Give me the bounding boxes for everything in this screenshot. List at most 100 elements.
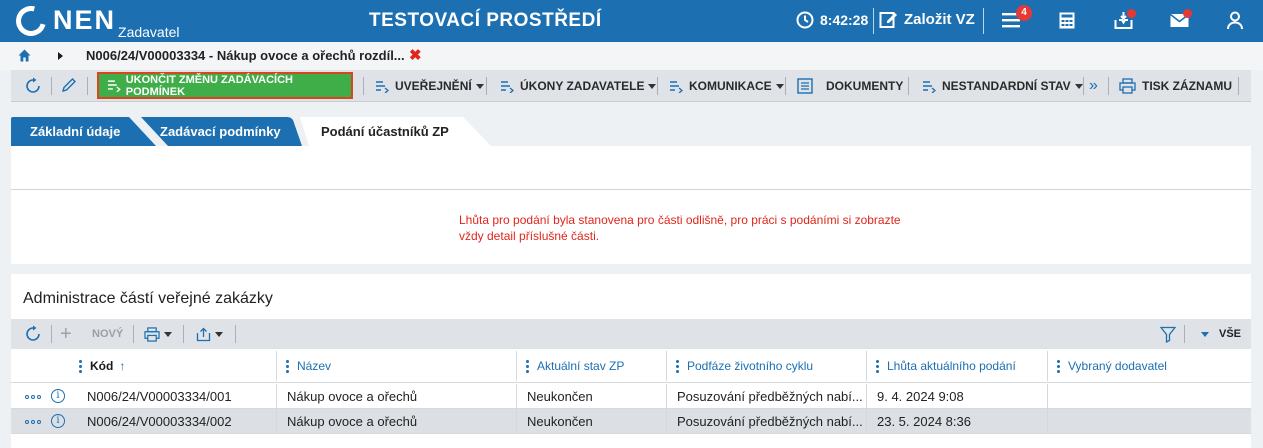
- cell-divider: [866, 409, 867, 434]
- actions-menu[interactable]: ÚKONY ZADAVATELE: [500, 70, 657, 102]
- column-divider: [1047, 351, 1048, 381]
- caret-down-icon: [775, 83, 784, 89]
- toolbar-divider: [657, 77, 658, 95]
- parts-section: Administrace částí veřejné zakázky + NOV…: [11, 274, 1251, 448]
- toolbar-divider: [785, 77, 786, 95]
- column-name[interactable]: Název: [286, 349, 331, 383]
- action-list-icon: [923, 80, 936, 93]
- view-all-label: VŠE: [1219, 328, 1242, 340]
- action-list-icon: [670, 80, 683, 93]
- mail-unread-dot: [1183, 9, 1192, 18]
- edit-icon: [879, 12, 897, 28]
- tab-bar: Základní údaje Zadávací podmínky Podání …: [11, 114, 1251, 146]
- column-deadline[interactable]: Lhůta aktuálního podání: [876, 349, 1016, 383]
- chevron-right-icon: [58, 52, 63, 60]
- table-row[interactable]: i N006/24/V00003334/001 Nákup ovoce a oř…: [11, 384, 1251, 409]
- home-icon[interactable]: [18, 49, 31, 62]
- user-icon[interactable]: [1227, 11, 1243, 30]
- top-header: NEN Zadavatel TESTOVACÍ PROSTŘEDÍ 8:42:2…: [0, 0, 1263, 42]
- table-row[interactable]: i N006/24/V00003334/002 Nákup ovoce a oř…: [11, 409, 1251, 434]
- logo-subtitle: Zadavatel: [118, 24, 180, 40]
- end-changes-button[interactable]: UKONČIT ZMĚNU ZADÁVACÍCH PODMÍNEK: [97, 72, 353, 99]
- notification-badge: 4: [1016, 5, 1032, 21]
- clock-time: 8:42:28: [820, 12, 869, 28]
- column-phase-label: Podfáze životního cyklu: [687, 359, 814, 373]
- action-list-icon: [501, 80, 514, 93]
- info-icon[interactable]: i: [51, 414, 65, 428]
- cell-divider: [516, 384, 517, 409]
- cell-state: Neukončen: [527, 414, 593, 429]
- toolbar-divider: [1083, 77, 1084, 95]
- column-divider: [276, 351, 277, 381]
- tab-basic-info[interactable]: Základní údaje: [30, 117, 120, 146]
- cell-state: Neukončen: [527, 389, 593, 404]
- column-menu-icon: [526, 358, 529, 375]
- info-icon[interactable]: i: [51, 389, 65, 403]
- tab-tender-conditions[interactable]: Zadávací podmínky: [160, 117, 281, 146]
- cell-divider: [276, 409, 277, 434]
- toolbar-divider: [908, 77, 909, 95]
- view-all-menu[interactable]: VŠE: [1201, 319, 1241, 349]
- cell-divider: [866, 384, 867, 409]
- calculator-icon[interactable]: [1059, 12, 1075, 29]
- caret-down-icon: [1201, 331, 1209, 337]
- caret-down-icon: [648, 83, 657, 89]
- environment-title: TESTOVACÍ PROSTŘEDÍ: [369, 10, 602, 31]
- export-menu[interactable]: [196, 319, 223, 349]
- grid-toolbar: + NOVÝ VŠE: [11, 319, 1251, 349]
- plus-icon[interactable]: +: [60, 319, 72, 349]
- cell-divider: [1047, 384, 1048, 409]
- row-actions-icon[interactable]: [25, 395, 43, 399]
- pencil-icon[interactable]: [62, 78, 76, 94]
- column-code-label: Kód: [90, 359, 114, 373]
- cell-phase: Posuzování předběžných nabí...: [677, 389, 862, 404]
- column-phase[interactable]: Podfáze životního cyklu: [676, 349, 813, 383]
- column-supplier[interactable]: Vybraný dodavatel: [1057, 349, 1167, 383]
- actions-label: ÚKONY ZADAVATELE: [520, 79, 645, 93]
- print-record-button[interactable]: TISK ZÁZNAMU: [1119, 70, 1232, 102]
- column-divider: [666, 351, 667, 381]
- publish-menu[interactable]: UVEŘEJNĚNÍ: [375, 70, 484, 102]
- toolbar-divider: [1184, 325, 1185, 343]
- column-menu-icon: [79, 358, 82, 375]
- nonstandard-state-menu[interactable]: NESTANDARDNÍ STAV: [922, 70, 1083, 102]
- row-actions-icon[interactable]: [25, 420, 43, 424]
- cell-phase: Posuzování předběžných nabí...: [677, 414, 862, 429]
- refresh-icon[interactable]: [24, 325, 42, 343]
- documents-button[interactable]: DOKUMENTY: [797, 70, 903, 102]
- tab-participant-submissions[interactable]: Podání účastníků ZP: [321, 117, 449, 146]
- caret-down-icon: [215, 331, 223, 337]
- create-vz-button[interactable]: Založit VZ: [879, 10, 975, 29]
- toolbar-divider: [51, 325, 52, 343]
- close-icon[interactable]: ✖: [409, 46, 422, 64]
- toolbar-divider: [87, 77, 88, 95]
- main-toolbar: UKONČIT ZMĚNU ZADÁVACÍCH PODMÍNEK UVEŘEJ…: [11, 70, 1251, 102]
- refresh-icon[interactable]: [24, 77, 42, 95]
- nen-logo[interactable]: NEN Zadavatel: [10, 0, 180, 42]
- inbox-unread-dot: [1127, 9, 1136, 18]
- breadcrumb-current[interactable]: N006/24/V00003334 - Nákup ovoce a ořechů…: [86, 48, 405, 63]
- column-name-label: Název: [297, 359, 332, 373]
- cell-supplier: [1058, 409, 1243, 434]
- new-button[interactable]: NOVÝ: [92, 319, 123, 349]
- toolbar-divider: [363, 77, 364, 95]
- filter-icon[interactable]: [1160, 326, 1176, 343]
- session-clock: 8:42:28: [796, 11, 868, 29]
- logo-ring-icon: [10, 0, 52, 42]
- documents-label: DOKUMENTY: [826, 79, 904, 93]
- cell-deadline: 9. 4. 2024 9:08: [877, 389, 964, 404]
- column-menu-icon: [676, 358, 679, 375]
- column-divider: [866, 351, 867, 381]
- panel-divider: [11, 189, 1251, 190]
- cell-divider: [276, 384, 277, 409]
- column-code[interactable]: Kód ↑: [79, 349, 125, 383]
- caret-down-icon: [1074, 83, 1083, 89]
- column-divider: [516, 351, 517, 381]
- communication-menu[interactable]: KOMUNIKACE: [669, 70, 784, 102]
- column-state[interactable]: Aktuální stav ZP: [526, 349, 624, 383]
- caret-down-icon: [475, 83, 484, 89]
- toolbar-divider: [486, 77, 487, 95]
- more-actions-button[interactable]: »: [1089, 70, 1098, 102]
- toolbar-divider: [183, 325, 184, 343]
- print-menu[interactable]: [144, 319, 172, 349]
